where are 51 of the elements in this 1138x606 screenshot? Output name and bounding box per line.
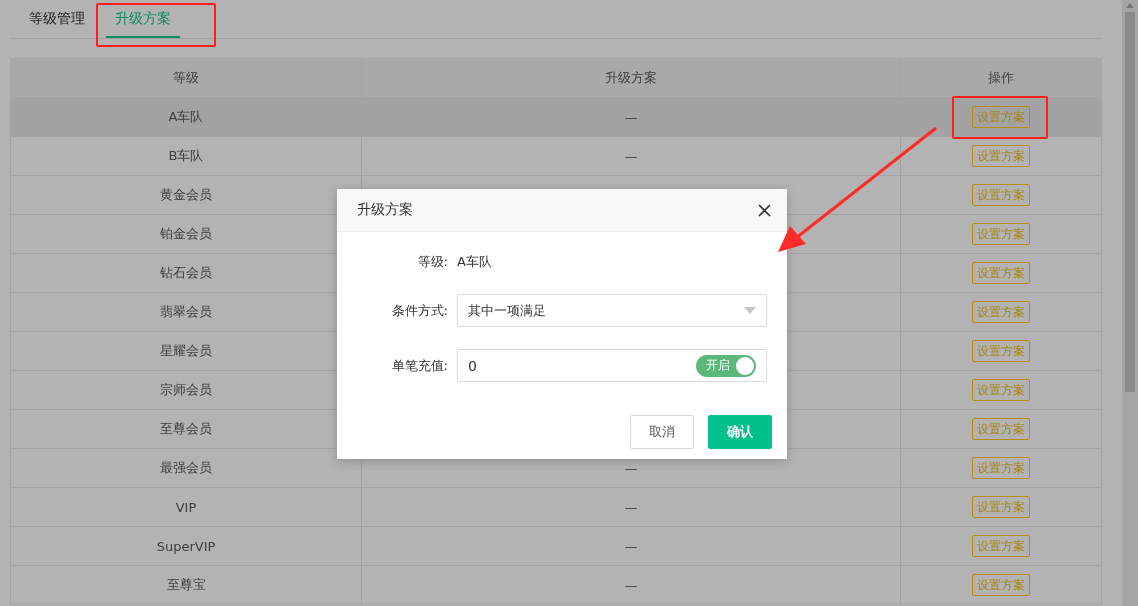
table-cell: 钻石会员 (160, 264, 212, 282)
table-cell: 星耀会员 (160, 342, 212, 360)
table-cell: — (624, 538, 638, 554)
table-cell: — (624, 148, 638, 164)
set-plan-button[interactable]: 设置方案 (972, 457, 1030, 479)
set-plan-button[interactable]: 设置方案 (972, 340, 1030, 362)
set-plan-button[interactable]: 设置方案 (972, 535, 1030, 557)
column-header: 等级 (11, 59, 362, 97)
table-cell: 黄金会员 (160, 186, 212, 204)
column-header: 升级方案 (362, 59, 901, 97)
cancel-button[interactable]: 取消 (630, 415, 694, 449)
tab[interactable]: 升级方案 (106, 0, 180, 38)
set-plan-button[interactable]: 设置方案 (972, 223, 1030, 245)
caret-icon (744, 307, 756, 314)
table-cell: 最强会员 (160, 459, 212, 477)
set-plan-button[interactable]: 设置方案 (972, 301, 1030, 323)
close-icon[interactable] (758, 203, 771, 217)
set-plan-button[interactable]: 设置方案 (972, 184, 1030, 206)
table-cell: 铂金会员 (160, 225, 212, 243)
field-value: A车队 (457, 253, 492, 271)
table-cell: — (624, 577, 638, 593)
table-cell: 宗师会员 (160, 381, 212, 399)
condition-select[interactable]: 其中一项满足 (457, 294, 767, 327)
table-cell: B车队 (168, 147, 204, 165)
set-plan-button[interactable]: 设置方案 (972, 106, 1030, 128)
table-cell: 至尊宝 (166, 576, 206, 594)
table-cell: VIP (175, 499, 197, 515)
dialog-title: 升级方案 (357, 201, 413, 219)
set-plan-button[interactable]: 设置方案 (972, 145, 1030, 167)
field-label: 条件方式: (390, 301, 449, 320)
set-plan-button[interactable]: 设置方案 (972, 496, 1030, 518)
set-plan-button[interactable]: 设置方案 (972, 379, 1030, 401)
scrollbar[interactable] (1122, 0, 1138, 606)
table-cell: 翡翠会员 (160, 303, 212, 321)
field-label: 单笔充值: (390, 356, 449, 375)
tab[interactable]: 等级管理 (20, 0, 94, 38)
table-cell: — (624, 109, 638, 125)
set-plan-button[interactable]: 设置方案 (972, 262, 1030, 284)
table-cell: — (624, 499, 638, 515)
column-header: 操作 (987, 69, 1015, 87)
scroll-up-icon[interactable] (1126, 3, 1134, 8)
confirm-button[interactable]: 确认 (708, 415, 772, 449)
table-cell: SuperVIP (156, 538, 216, 554)
table-cell: — (624, 460, 638, 476)
enable-switch[interactable]: 开启 (696, 354, 756, 377)
set-plan-button[interactable]: 设置方案 (972, 574, 1030, 596)
recharge-input[interactable]: 0 开启 (457, 349, 767, 382)
table-cell: 至尊会员 (160, 420, 212, 438)
table-cell: A车队 (168, 108, 204, 126)
set-plan-button[interactable]: 设置方案 (972, 418, 1030, 440)
field-label: 等级: (416, 253, 449, 271)
